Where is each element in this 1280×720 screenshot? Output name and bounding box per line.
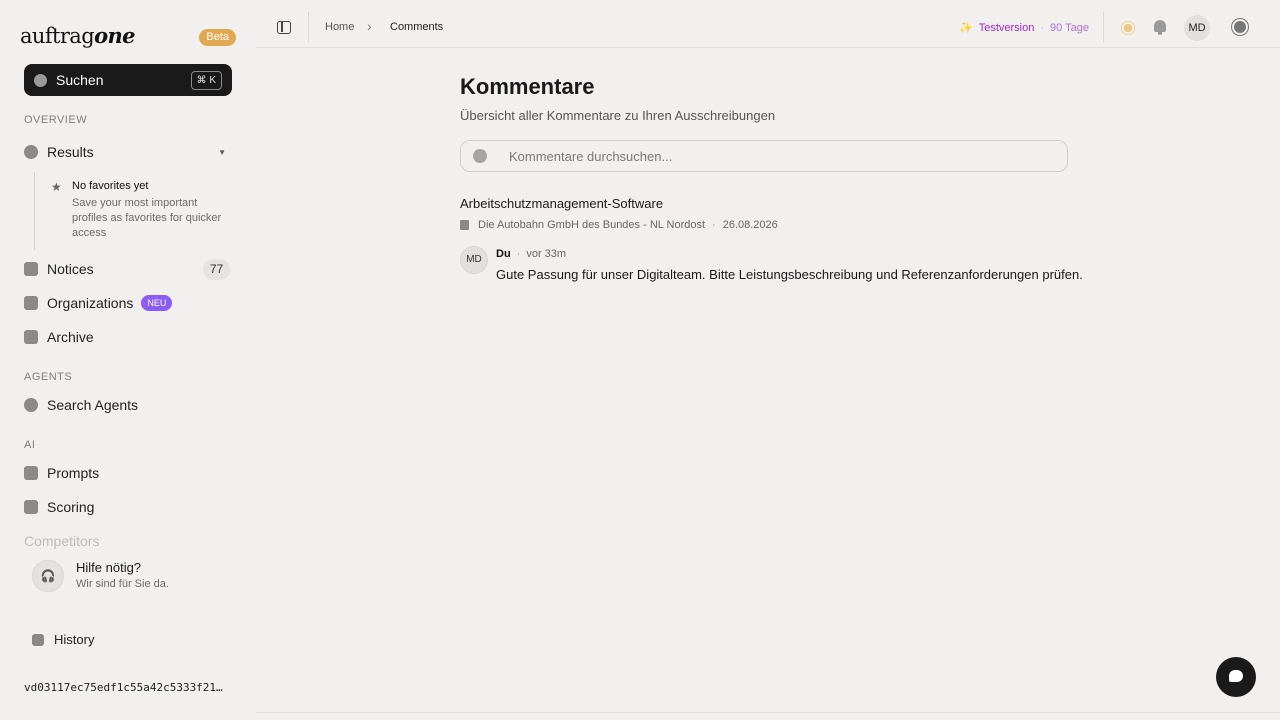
sidebar-item-label: Notices (47, 261, 94, 277)
chevron-down-icon[interactable]: ▼ (218, 148, 226, 157)
sidebar-item-prompts[interactable]: Prompts (24, 459, 232, 487)
comments-search[interactable] (460, 140, 1068, 172)
brand-row: auftragone Beta (20, 24, 236, 50)
sidebar-item-label: Search Agents (47, 397, 139, 413)
dot-separator: · (1040, 21, 1045, 34)
new-badge: NEU (141, 295, 173, 311)
sidebar-item-label: Organizations (47, 295, 134, 311)
user-avatar[interactable]: MD (1184, 15, 1210, 41)
sidebar-item-label: Results (47, 144, 94, 160)
document-icon (24, 262, 38, 276)
help-title: Hilfe nötig? (76, 560, 142, 575)
sidebar-item-faded[interactable]: Competitors (24, 533, 232, 549)
divider (1103, 12, 1104, 42)
sidebar-item-notices[interactable]: Notices 77 (24, 255, 232, 283)
comment-avatar: MD (460, 246, 488, 274)
comment-header: Du · vor 33m (496, 248, 566, 260)
search-icon (34, 73, 47, 87)
bookmark-icon (24, 330, 38, 344)
star-icon: ★ (51, 180, 62, 194)
building-icon (460, 220, 469, 230)
results-icon (24, 145, 38, 159)
dot-separator: · (712, 219, 716, 231)
page-subtitle: Übersicht aller Kommentare zu Ihren Auss… (460, 108, 776, 123)
sidebar-item-label: Prompts (47, 465, 100, 481)
chip-icon (24, 466, 38, 480)
sidebar-item-archive[interactable]: Archive (24, 323, 232, 351)
brand-name-suffix: one (94, 23, 135, 48)
beta-badge: Beta (199, 29, 236, 46)
comments-search-input[interactable] (509, 148, 1049, 164)
entry-title[interactable]: Arbeitschutzmanagement-Software (460, 196, 663, 211)
gear-icon[interactable] (1234, 21, 1246, 33)
trial-indicator[interactable]: ✨ Testversion · 90 Tage (959, 21, 1089, 35)
scoring-icon (24, 500, 38, 514)
favorites-description: Save your most important profiles as fav… (72, 197, 222, 239)
version-hash: vd03117ec75edf1c55a42c5333f21… (24, 681, 223, 694)
notices-count-badge: 77 (203, 258, 230, 280)
chat-button[interactable] (1216, 657, 1256, 697)
sidebar-item-label: Archive (47, 329, 94, 345)
page-title: Kommentare (460, 74, 595, 99)
brand-name-prefix: auftrag (20, 24, 95, 48)
help-subtitle: Wir sind für Sie da. (76, 578, 169, 590)
favorites-empty-state: ★ No favorites yet Save your most import… (34, 172, 224, 250)
search-icon (473, 149, 487, 163)
comment-time: vor 33m (526, 248, 567, 260)
divider (308, 12, 309, 42)
section-label-overview: OVERVIEW (24, 114, 88, 126)
help-card[interactable]: 🎧 Hilfe nötig? Wir sind für Sie da. (32, 558, 232, 598)
section-label-agents: AGENTS (24, 371, 73, 383)
history-link[interactable]: History (32, 632, 94, 647)
bell-icon[interactable] (1154, 20, 1166, 35)
comment-author: Du (496, 248, 511, 260)
sidebar: auftragone Beta Suchen ⌘ K OVERVIEW Resu… (0, 0, 256, 720)
sidebar-toggle-icon[interactable] (277, 21, 291, 34)
dot-separator: · (516, 248, 521, 260)
headphones-icon: 🎧 (32, 560, 64, 592)
comment-text: Gute Passung für unser Digitalteam. Bitt… (496, 267, 1083, 282)
brand-logo[interactable]: auftragone (20, 23, 136, 49)
sidebar-search-button[interactable]: Suchen ⌘ K (24, 64, 232, 96)
search-shortcut-kbd: ⌘ K (190, 70, 222, 90)
sun-icon[interactable] (1120, 20, 1136, 36)
trial-label: Testversion (978, 21, 1035, 34)
favorites-title: No favorites yet (72, 180, 149, 192)
app-root: auftragone Beta Suchen ⌘ K OVERVIEW Resu… (0, 0, 1280, 720)
sidebar-item-search-agents[interactable]: Search Agents (24, 391, 232, 419)
section-label-ai: AI (24, 439, 36, 451)
sidebar-item-scoring[interactable]: Scoring (24, 493, 232, 521)
entry-meta: Die Autobahn GmbH des Bundes - NL Nordos… (460, 219, 778, 231)
sidebar-search-label: Suchen (56, 72, 104, 88)
history-icon (32, 633, 44, 646)
breadcrumb-home[interactable]: Home (325, 21, 354, 33)
trial-days: 90 Tage (1050, 21, 1089, 34)
entry-organization: Die Autobahn GmbH des Bundes - NL Nordos… (478, 219, 706, 231)
chevron-right-icon: › (367, 18, 372, 34)
top-header: Home › Comments ✨ Testversion · 90 Tage … (256, 0, 1280, 48)
sparkle-icon: ✨ (959, 22, 973, 34)
building-icon (24, 296, 38, 310)
radar-icon (24, 398, 38, 412)
history-label: History (54, 632, 95, 647)
entry-date: 26.08.2026 (722, 219, 778, 231)
breadcrumb-current: Comments (390, 21, 444, 33)
divider (256, 712, 1280, 713)
sidebar-item-results[interactable]: Results ▼ (24, 138, 232, 166)
sidebar-item-label: Competitors (24, 533, 100, 549)
sidebar-item-organizations[interactable]: Organizations NEU (24, 289, 232, 317)
sidebar-item-label: Scoring (47, 499, 95, 515)
